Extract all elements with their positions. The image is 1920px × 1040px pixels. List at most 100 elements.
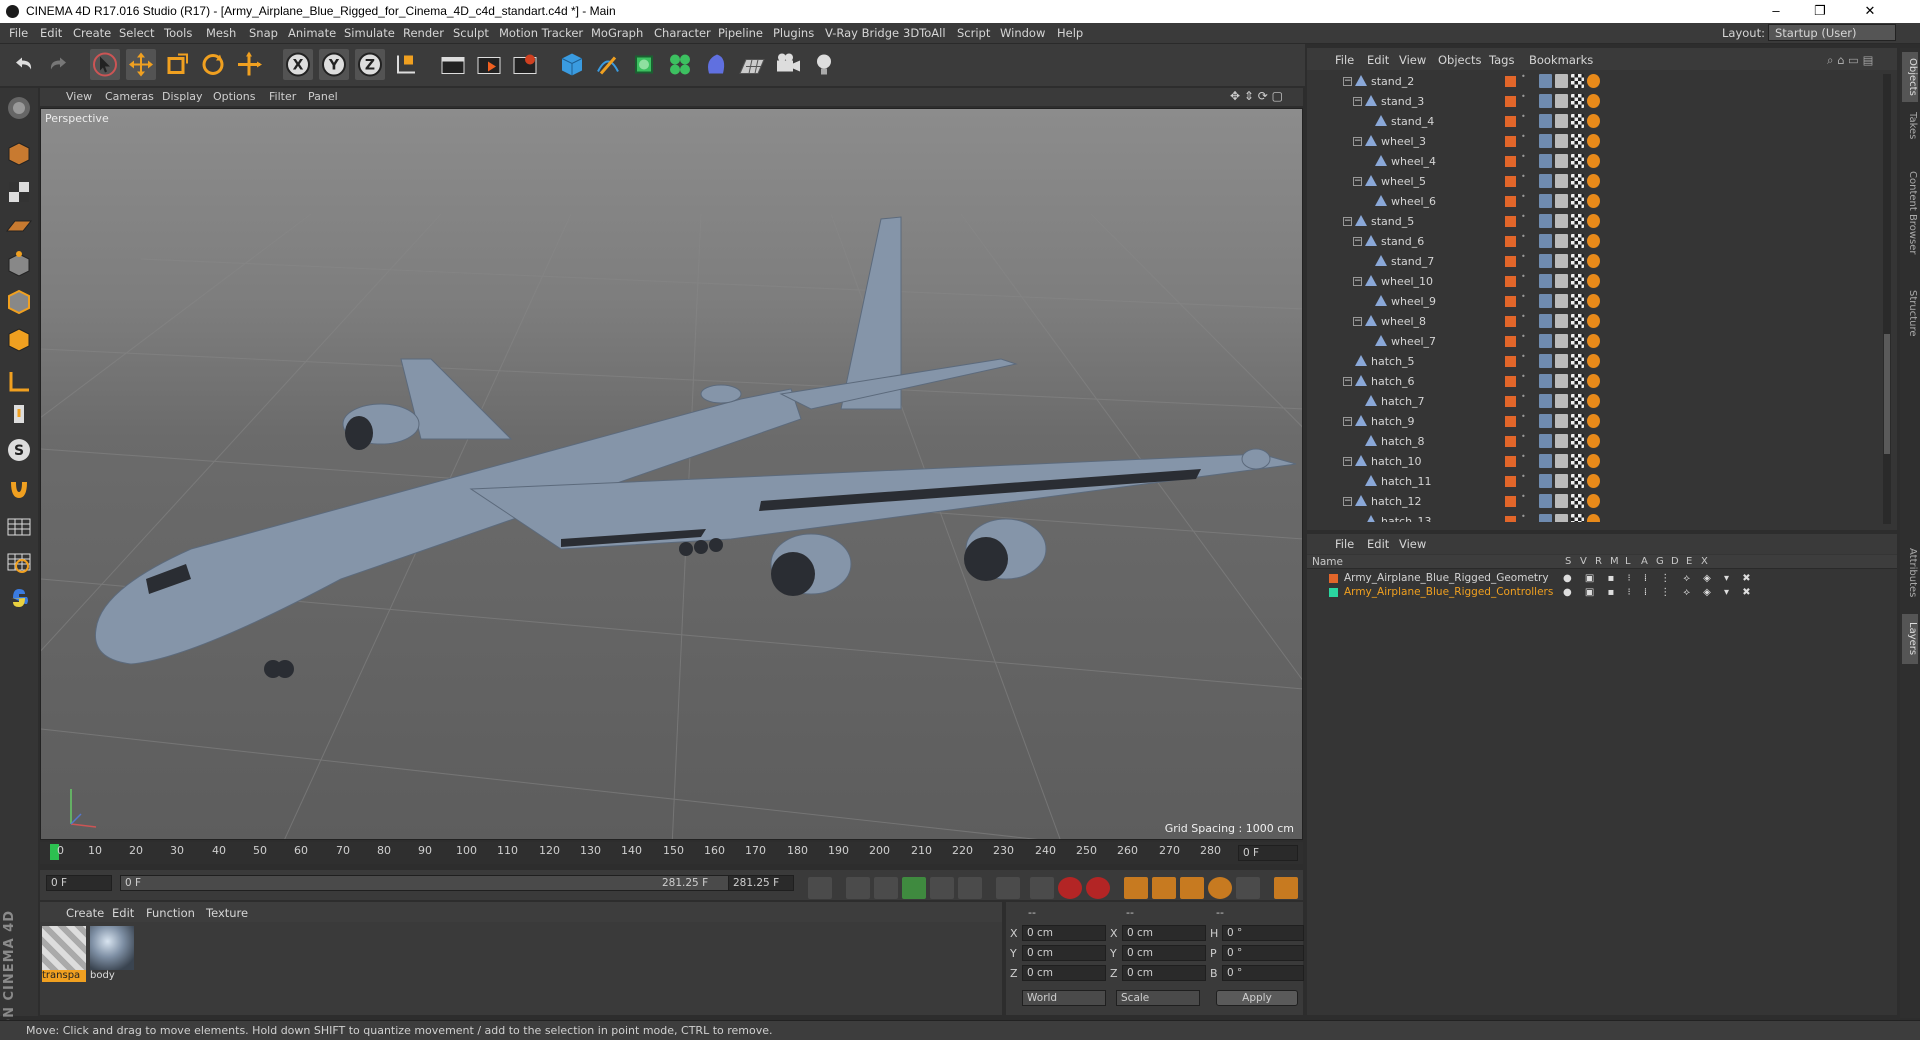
viewport-scene[interactable] [41,109,1303,840]
layer-menu-file[interactable]: File [1335,537,1354,551]
object-row[interactable]: hatch_5 • [1307,352,1875,371]
object-row[interactable]: − stand_3 • [1307,92,1875,111]
viewport-menu-view[interactable]: View [66,90,92,103]
layer-name[interactable]: Army_Airplane_Blue_Rigged_Controllers [1344,586,1553,598]
light-icon[interactable] [809,49,839,80]
visibility-dots-icon[interactable]: • [1521,433,1526,441]
weight-tag-icon[interactable] [1555,414,1568,428]
magnet-icon[interactable] [5,476,33,504]
cube-icon[interactable] [557,49,587,80]
texture-tag-icon[interactable] [1571,274,1584,288]
rotation-p-field[interactable]: 0 ° [1222,945,1304,961]
expand-toggle-icon[interactable]: − [1353,137,1362,146]
rotation-h-field[interactable]: 0 ° [1222,925,1304,941]
object-name[interactable]: wheel_5 [1381,175,1426,188]
menu-3dtoall[interactable]: 3DToAll [903,26,946,40]
weight-tag-icon[interactable] [1555,454,1568,468]
texture-tag-icon[interactable] [1571,414,1584,428]
tab-structure[interactable]: Structure [1902,283,1918,343]
skin-tag-icon[interactable] [1539,114,1552,128]
weight-tag-icon[interactable] [1555,154,1568,168]
texture-tag-icon[interactable] [1571,134,1584,148]
visibility-dots-icon[interactable]: • [1521,293,1526,301]
tab-content-browser[interactable]: Content Browser [1902,148,1918,278]
layer-col-name[interactable]: Name [1312,556,1343,568]
skin-tag-icon[interactable] [1539,134,1552,148]
layer-col-e[interactable]: E [1686,556,1692,567]
ik-tag-icon[interactable] [1587,314,1600,328]
expand-toggle-icon[interactable]: − [1353,97,1362,106]
object-row[interactable]: − hatch_6 • [1307,372,1875,391]
expand-toggle-icon[interactable]: − [1343,417,1352,426]
tab-attributes[interactable]: Attributes [1902,538,1918,608]
layer-row[interactable]: Army_Airplane_Blue_Rigged_Controllers ● … [1307,586,1897,600]
play-button[interactable] [902,877,926,899]
object-name[interactable]: wheel_6 [1391,195,1436,208]
floor-icon[interactable] [737,49,767,80]
object-menu-edit[interactable]: Edit [1367,53,1389,67]
menu-window[interactable]: Window [1000,26,1045,40]
menu-file[interactable]: File [9,26,28,40]
skin-tag-icon[interactable] [1539,94,1552,108]
expand-toggle-icon[interactable]: − [1343,217,1352,226]
visibility-dots-icon[interactable]: • [1521,233,1526,241]
skin-tag-icon[interactable] [1539,214,1552,228]
menu-vray-bridge[interactable]: V-Ray Bridge [825,26,899,40]
weight-tag-icon[interactable] [1555,374,1568,388]
texture-tag-icon[interactable] [1571,294,1584,308]
expand-toggle-icon[interactable]: − [1353,237,1362,246]
skin-tag-icon[interactable] [1539,234,1552,248]
texture-tag-icon[interactable] [1571,194,1584,208]
weight-tag-icon[interactable] [1555,174,1568,188]
texture-tag-icon[interactable] [1571,94,1584,108]
redo-icon[interactable] [44,49,74,80]
object-name[interactable]: wheel_10 [1381,275,1433,288]
layer-color-icon[interactable] [1505,396,1516,407]
menu-edit[interactable]: Edit [40,26,62,40]
layer-color-icon[interactable] [1505,476,1516,487]
rotation-key-button[interactable] [1180,877,1204,899]
skin-tag-icon[interactable] [1539,354,1552,368]
ik-tag-icon[interactable] [1587,394,1600,408]
menu-mesh[interactable]: Mesh [206,26,236,40]
ik-tag-icon[interactable] [1587,374,1600,388]
layer-name[interactable]: Army_Airplane_Blue_Rigged_Geometry [1344,572,1549,584]
next-frame-button[interactable] [930,877,954,899]
menu-motion-tracker[interactable]: Motion Tracker [499,26,583,40]
position-y-field[interactable]: 0 cm [1022,945,1106,961]
python-icon[interactable] [5,584,33,612]
polygons-mode-icon[interactable] [5,326,33,354]
viewport-menu-cameras[interactable]: Cameras [105,90,154,103]
next-key-button[interactable] [958,877,982,899]
render-to-picture-viewer-icon[interactable] [474,49,504,80]
expand-toggle-icon[interactable]: − [1353,317,1362,326]
scale-key-button[interactable] [1152,877,1176,899]
visibility-dots-icon[interactable]: • [1521,313,1526,321]
object-menu-tags[interactable]: Tags [1489,53,1514,67]
skin-tag-icon[interactable] [1539,154,1552,168]
texture-tag-icon[interactable] [1571,514,1584,522]
layer-color-icon[interactable] [1505,216,1516,227]
visibility-dots-icon[interactable]: • [1521,493,1526,501]
texture-tag-icon[interactable] [1571,154,1584,168]
layer-col-v[interactable]: V [1580,556,1587,567]
weight-tag-icon[interactable] [1555,214,1568,228]
layer-row[interactable]: Army_Airplane_Blue_Rigged_Geometry ● ▣ ▪… [1307,572,1897,586]
point-level-button[interactable] [1236,877,1260,899]
object-row[interactable]: − hatch_10 • [1307,452,1875,471]
menu-mograph[interactable]: MoGraph [591,26,643,40]
object-name[interactable]: hatch_13 [1381,515,1432,522]
weight-tag-icon[interactable] [1555,434,1568,448]
perspective-viewport[interactable]: Perspective Grid Spacing : 1000 cm [40,108,1303,840]
viewport-menu-panel[interactable]: Panel [308,90,338,103]
keyframe-selection-button[interactable] [1086,877,1110,899]
size-z-field[interactable]: 0 cm [1122,965,1206,981]
object-row[interactable]: − wheel_8 • [1307,312,1875,331]
object-name[interactable]: stand_4 [1391,115,1434,128]
object-name[interactable]: stand_5 [1371,215,1414,228]
object-name[interactable]: stand_2 [1371,75,1414,88]
visibility-dots-icon[interactable]: • [1521,513,1526,521]
autokey-button[interactable] [1058,877,1082,899]
layer-col-r[interactable]: R [1595,556,1602,567]
object-name[interactable]: stand_3 [1381,95,1424,108]
